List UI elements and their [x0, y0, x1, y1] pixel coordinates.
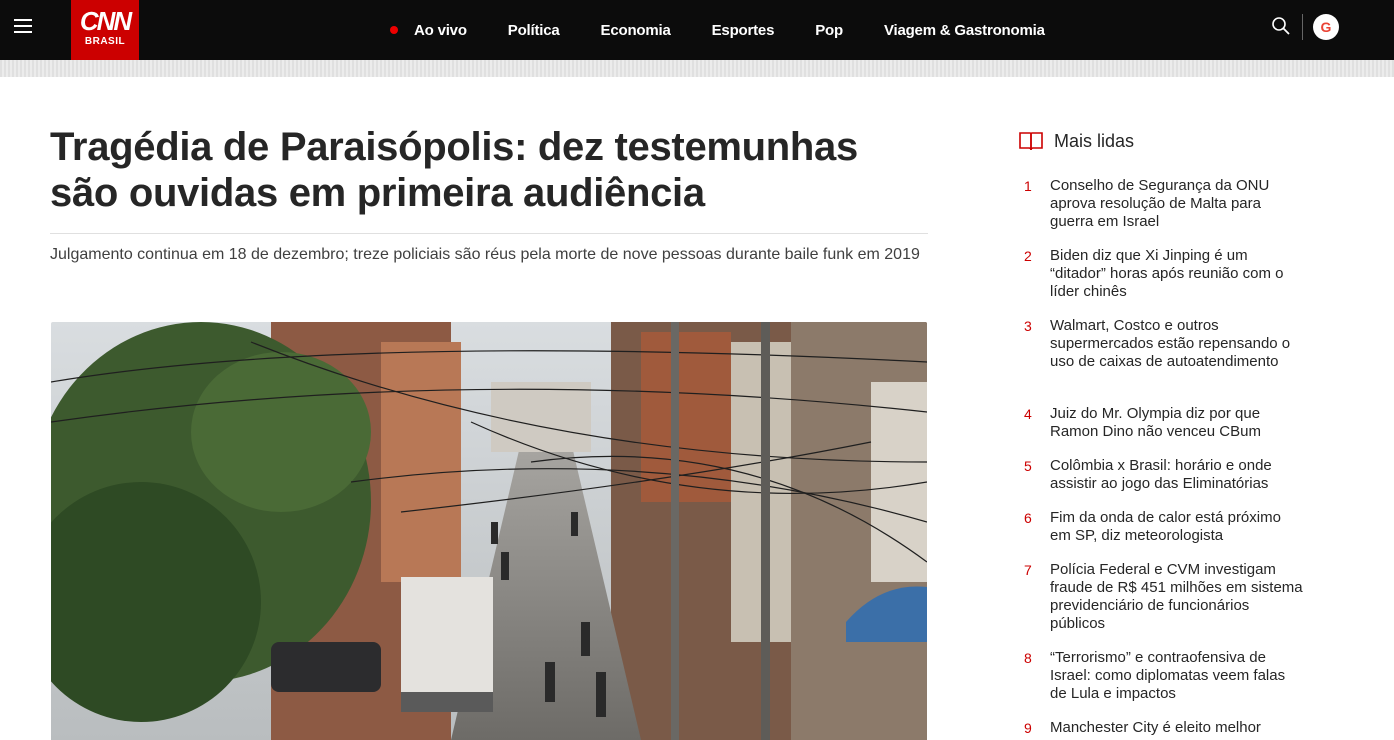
item-rank: 3	[1024, 318, 1032, 334]
nav-item-ao-vivo[interactable]: Ao vivo	[390, 22, 467, 39]
street-photo	[51, 322, 927, 740]
article-hero-image[interactable]	[51, 322, 927, 740]
search-icon[interactable]	[1271, 16, 1291, 36]
nav-label: Economia	[600, 21, 671, 39]
item-rank: 6	[1024, 510, 1032, 526]
nav-label: Viagem & Gastronomia	[883, 21, 1045, 39]
item-title: Conselho de Segurança da ONU aprova reso…	[1050, 177, 1270, 230]
mais-lidas-header: Mais lidas	[1018, 130, 1134, 152]
item-title: Polícia Federal e CVM investigam fraude …	[1050, 561, 1303, 632]
item-title: Biden diz que Xi Jinping é um “ditador” …	[1050, 247, 1284, 300]
item-title: “Terrorismo” e contraofensiva de Israel:…	[1050, 649, 1286, 702]
most-read-item[interactable]: 4 Juiz do Mr. Olympia diz por que Ramon …	[1024, 405, 1304, 441]
ad-strip	[0, 60, 1394, 77]
most-read-item[interactable]: 7 Polícia Federal e CVM investigam fraud…	[1024, 561, 1304, 633]
nav-item-pop[interactable]: Pop	[815, 22, 843, 39]
book-icon	[1019, 132, 1043, 151]
item-title: Fim da onda de calor está próximo em SP,…	[1050, 509, 1281, 544]
google-account-icon[interactable]: G	[1313, 14, 1339, 40]
header-divider	[1302, 14, 1303, 40]
nav-item-viagem-gastronomia[interactable]: Viagem & Gastronomia	[884, 22, 1045, 39]
nav-item-esportes[interactable]: Esportes	[712, 22, 775, 39]
item-title: Walmart, Costco e outros supermercados e…	[1050, 317, 1291, 370]
article-subtitle: Julgamento continua em 18 de dezembro; t…	[50, 246, 920, 263]
mais-lidas-title: Mais lidas	[1054, 130, 1135, 151]
item-rank: 8	[1024, 650, 1032, 666]
item-title: Colômbia x Brasil: horário e onde assist…	[1050, 457, 1272, 492]
main-nav: Ao vivo Política Economia Esportes Pop V…	[390, 0, 1086, 60]
item-title: Manchester City é eleito melhor	[1050, 719, 1261, 736]
most-read-item[interactable]: 2 Biden diz que Xi Jinping é um “ditador…	[1024, 247, 1304, 301]
live-dot-icon	[390, 26, 398, 34]
nav-label: Esportes	[711, 21, 775, 39]
nav-item-economia[interactable]: Economia	[601, 22, 671, 39]
most-read-item[interactable]: 3 Walmart, Costco e outros supermercados…	[1024, 317, 1304, 371]
most-read-item[interactable]: 5 Colômbia x Brasil: horário e onde assi…	[1024, 457, 1304, 493]
article-headline: Tragédia de Paraisópolis: dez testemunha…	[50, 125, 858, 215]
site-header: CNN BRASIL Ao vivo Política Economia Esp…	[0, 0, 1394, 60]
item-rank: 9	[1024, 720, 1032, 736]
item-rank: 4	[1024, 406, 1032, 422]
nav-label: Política	[507, 21, 560, 39]
nav-label: Pop	[815, 21, 843, 39]
item-rank: 7	[1024, 562, 1032, 578]
nav-item-politica[interactable]: Política	[508, 22, 560, 39]
item-title: Juiz do Mr. Olympia diz por que Ramon Di…	[1050, 405, 1261, 440]
menu-icon[interactable]	[14, 19, 32, 33]
item-rank: 2	[1024, 248, 1032, 264]
headline-divider	[50, 233, 928, 234]
most-read-item[interactable]: 6 Fim da onda de calor está próximo em S…	[1024, 509, 1304, 545]
item-rank: 1	[1024, 178, 1032, 194]
cnn-brasil-logo[interactable]: CNN BRASIL	[71, 0, 139, 60]
logo-text: CNN	[79, 6, 132, 36]
item-rank: 5	[1024, 458, 1032, 474]
nav-label: Ao vivo	[414, 21, 467, 39]
most-read-item[interactable]: 1 Conselho de Segurança da ONU aprova re…	[1024, 177, 1304, 231]
most-read-item[interactable]: 8 “Terrorismo” e contraofensiva de Israe…	[1024, 649, 1304, 703]
most-read-item[interactable]: 9 Manchester City é eleito melhor	[1024, 719, 1261, 737]
